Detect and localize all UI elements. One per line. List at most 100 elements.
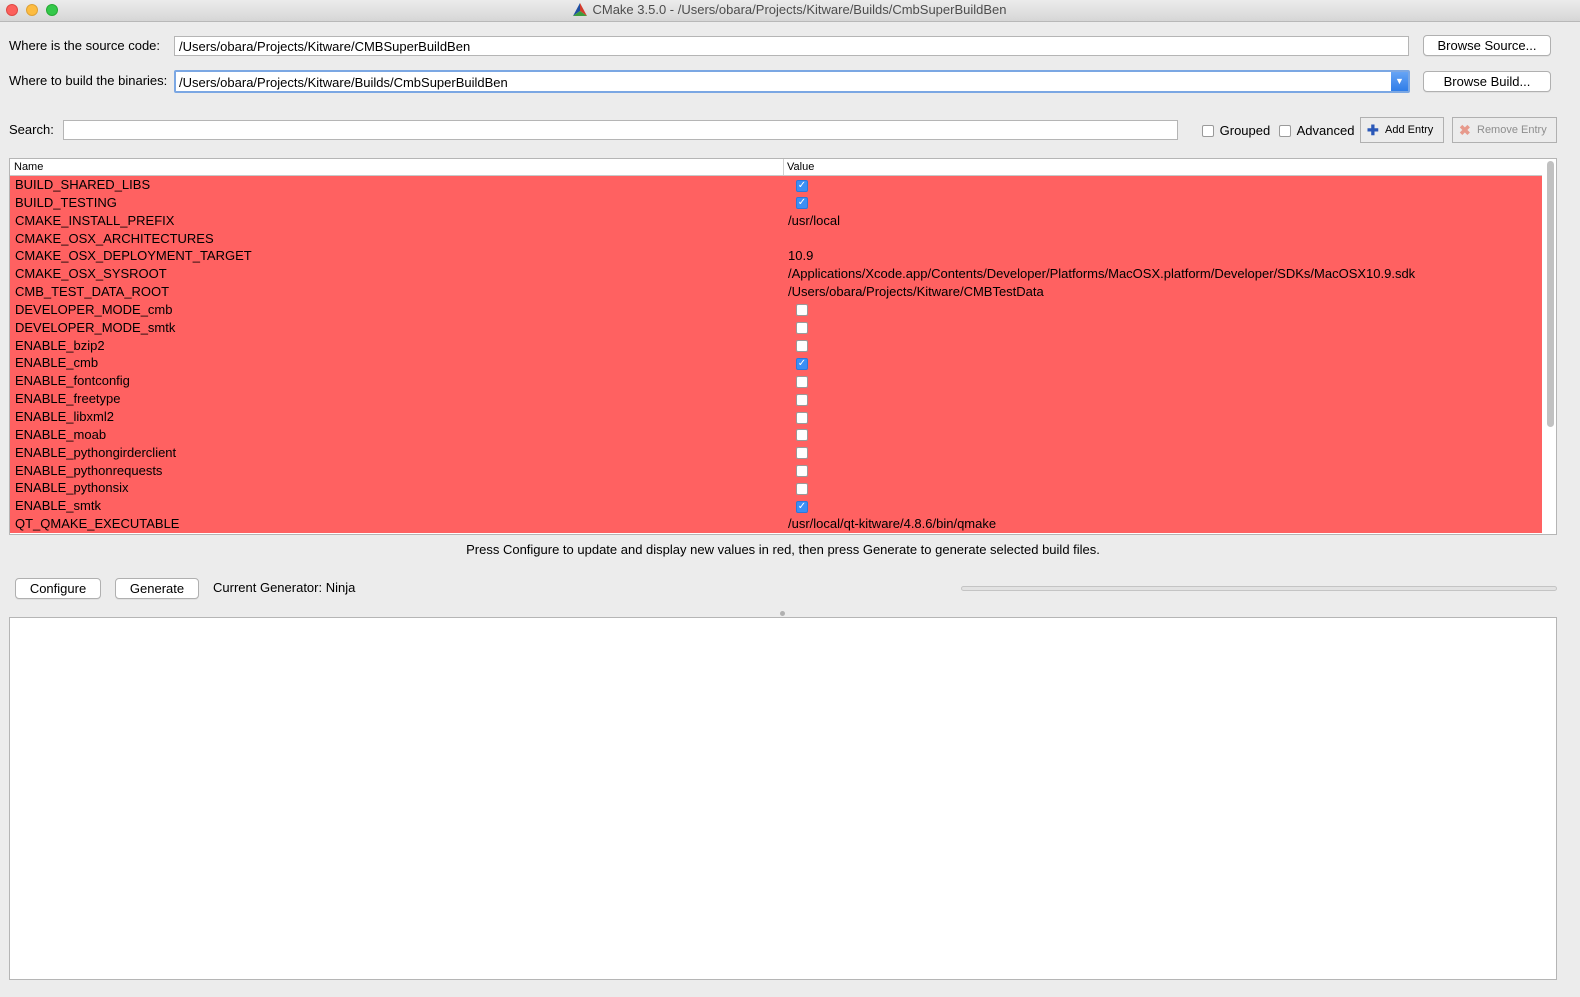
row-value-checkbox-wrap (796, 408, 808, 426)
row-value-checkbox-wrap (796, 372, 808, 390)
column-header-name[interactable]: Name (14, 161, 43, 173)
table-scrollbar[interactable] (1547, 161, 1554, 427)
generate-button[interactable]: Generate (115, 578, 199, 599)
browse-build-button[interactable]: Browse Build... (1423, 71, 1551, 92)
table-row[interactable]: CMAKE_OSX_ARCHITECTURES (10, 229, 1542, 248)
table-header: Name Value (10, 159, 1542, 176)
table-row[interactable]: ENABLE_bzip2 (10, 336, 1542, 355)
table-row[interactable]: ENABLE_cmb ✓ (10, 354, 1542, 373)
table-row[interactable]: ENABLE_freetype (10, 390, 1542, 408)
add-entry-label: Add Entry (1385, 124, 1434, 136)
table-row[interactable]: ENABLE_pythonrequests (10, 461, 1542, 480)
table-row[interactable]: DEVELOPER_MODE_cmb (10, 300, 1542, 319)
row-name: BUILD_TESTING (15, 194, 117, 210)
row-name: ENABLE_pythongirderclient (15, 444, 177, 460)
row-value-checkbox-wrap (796, 479, 808, 497)
table-row[interactable]: ENABLE_libxml2 (10, 407, 1542, 426)
remove-entry-label: Remove Entry (1477, 124, 1547, 136)
table-row[interactable]: ENABLE_moab (10, 425, 1542, 444)
row-name: DEVELOPER_MODE_smtk (15, 319, 176, 335)
remove-icon: ✖ (1459, 122, 1471, 138)
cmake-logo-icon (573, 3, 588, 16)
row-value[interactable]: /Applications/Xcode.app/Contents/Develop… (788, 265, 1415, 283)
source-path-input[interactable] (174, 36, 1409, 56)
row-value-checkbox-wrap: ✓ (796, 497, 808, 515)
unchecked-checkbox[interactable] (796, 304, 808, 317)
window-title: CMake 3.5.0 - /Users/obara/Projects/Kitw… (592, 2, 1007, 17)
configure-hint: Press Configure to update and display ne… (466, 542, 1100, 557)
row-name: CMAKE_INSTALL_PREFIX (15, 212, 175, 228)
unchecked-checkbox[interactable] (796, 375, 808, 388)
browse-source-button[interactable]: Browse Source... (1423, 35, 1551, 56)
table-row[interactable]: QT_QMAKE_EXECUTABLE/usr/local/qt-kitware… (10, 515, 1542, 533)
unchecked-checkbox[interactable] (796, 340, 808, 353)
row-name: ENABLE_bzip2 (15, 337, 105, 353)
unchecked-checkbox[interactable] (796, 393, 808, 406)
row-value[interactable]: 10.9 (788, 247, 813, 265)
source-label: Where is the source code: (9, 38, 161, 53)
advanced-checkbox[interactable] (1279, 124, 1291, 137)
current-generator-text: Current Generator: Ninja (213, 580, 356, 595)
remove-entry-button[interactable]: ✖ Remove Entry (1452, 117, 1557, 143)
chevron-down-icon[interactable]: ▼ (1391, 72, 1408, 91)
advanced-label: Advanced (1296, 123, 1355, 139)
table-row[interactable]: ENABLE_pythongirderclient (10, 443, 1542, 462)
row-name: ENABLE_pythonrequests (15, 462, 163, 478)
row-value-checkbox-wrap: ✓ (796, 194, 808, 212)
row-name: ENABLE_smtk (15, 498, 101, 514)
search-input[interactable] (63, 120, 1178, 140)
row-value[interactable]: /Users/obara/Projects/Kitware/CMBTestDat… (788, 283, 1044, 301)
row-name: ENABLE_pythonsix (15, 480, 129, 496)
row-name: CMB_TEST_DATA_ROOT (15, 284, 170, 300)
row-value-checkbox-wrap: ✓ (796, 176, 808, 194)
unchecked-checkbox[interactable] (796, 411, 808, 424)
column-header-value[interactable]: Value (787, 161, 814, 173)
table-row[interactable]: CMAKE_OSX_SYSROOT/Applications/Xcode.app… (10, 265, 1542, 284)
grouped-option[interactable]: Grouped (1202, 122, 1270, 138)
row-name: CMAKE_OSX_SYSROOT (15, 266, 167, 282)
table-row[interactable]: CMAKE_OSX_DEPLOYMENT_TARGET 10.9 (10, 247, 1542, 266)
unchecked-checkbox[interactable] (796, 322, 808, 335)
row-value[interactable]: /usr/local (788, 212, 840, 230)
search-label: Search: (9, 122, 54, 137)
advanced-option[interactable]: Advanced (1279, 122, 1354, 138)
checked-checkbox[interactable]: ✓ (796, 358, 808, 370)
row-value-checkbox-wrap: ✓ (796, 354, 808, 372)
output-log[interactable] (9, 617, 1557, 980)
checked-checkbox[interactable]: ✓ (796, 197, 808, 210)
checked-checkbox[interactable]: ✓ (796, 179, 808, 192)
column-divider (783, 159, 784, 175)
table-row[interactable]: CMAKE_INSTALL_PREFIX/usr/local (10, 211, 1542, 230)
row-name: CMAKE_OSX_DEPLOYMENT_TARGET (15, 248, 252, 264)
table-rows: BUILD_SHARED_LIBS ✓ BUILD_TESTING ✓ CMAKE_IN… (10, 176, 1542, 533)
configure-button[interactable]: Configure (15, 578, 101, 599)
build-path-combo[interactable]: /Users/obara/Projects/Kitware/Builds/Cmb… (174, 70, 1410, 93)
grouped-label: Grouped (1219, 123, 1271, 139)
row-value[interactable]: /usr/local/qt-kitware/4.8.6/bin/qmake (788, 515, 996, 533)
table-row[interactable]: ENABLE_fontconfig (10, 372, 1542, 391)
grouped-checkbox[interactable] (1202, 124, 1214, 137)
table-row[interactable]: ENABLE_pythonsix (10, 479, 1542, 498)
checked-checkbox[interactable]: ✓ (796, 500, 808, 513)
table-row[interactable]: CMB_TEST_DATA_ROOT/Users/obara/Projects/… (10, 283, 1542, 301)
unchecked-checkbox[interactable] (796, 465, 808, 478)
table-row[interactable]: BUILD_TESTING ✓ (10, 193, 1542, 212)
build-label: Where to build the binaries: (9, 73, 168, 88)
unchecked-checkbox[interactable] (796, 447, 808, 460)
row-value-checkbox-wrap (796, 390, 808, 408)
add-entry-button[interactable]: ✚ Add Entry (1360, 117, 1444, 143)
row-value-checkbox-wrap (796, 337, 808, 355)
cache-table[interactable]: Name Value BUILD_SHARED_LIBS ✓ BUILD_TESTI… (9, 158, 1557, 535)
row-name: ENABLE_cmb (15, 355, 99, 371)
unchecked-checkbox[interactable] (796, 429, 808, 442)
unchecked-checkbox[interactable] (796, 482, 808, 495)
table-row[interactable]: BUILD_SHARED_LIBS ✓ (10, 176, 1542, 194)
row-value-checkbox-wrap (796, 444, 808, 462)
table-row[interactable]: DEVELOPER_MODE_smtk (10, 318, 1542, 337)
row-name: CMAKE_OSX_ARCHITECTURES (15, 230, 214, 246)
table-row[interactable]: ENABLE_smtk ✓ (10, 497, 1542, 516)
build-path-value: /Users/obara/Projects/Kitware/Builds/Cmb… (179, 75, 508, 90)
splitter-handle[interactable] (780, 611, 785, 616)
row-value-checkbox-wrap (796, 426, 808, 444)
row-name: QT_QMAKE_EXECUTABLE (15, 516, 180, 532)
